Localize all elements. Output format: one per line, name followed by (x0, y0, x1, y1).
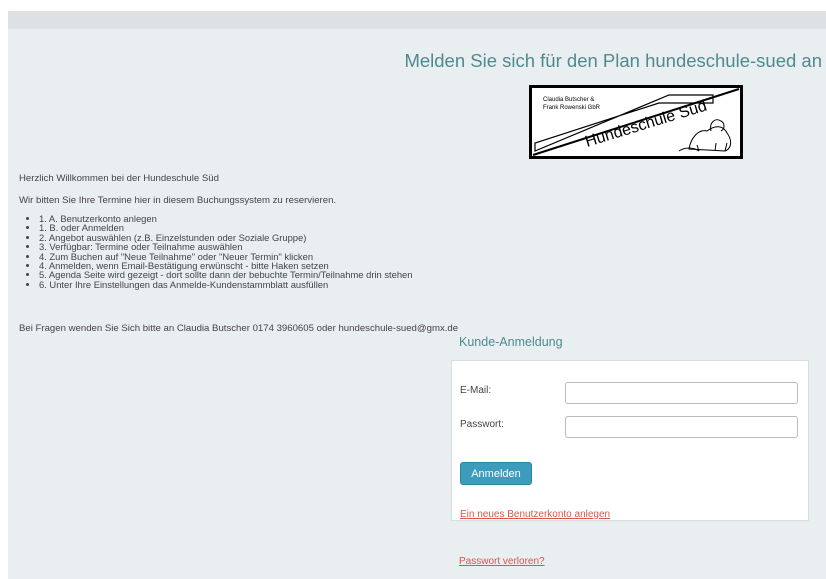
welcome-text: Herzlich Willkommen bei der Hundeschule … (19, 173, 219, 184)
email-label: E-Mail: (460, 385, 492, 396)
password-field[interactable] (565, 416, 798, 438)
register-link[interactable]: Ein neues Benutzerkonto anlegen (460, 509, 610, 520)
contact-text: Bei Fragen wenden Sie Sich bitte an Clau… (19, 323, 459, 334)
page-title: Melden Sie sich für den Plan hundeschule… (404, 50, 822, 71)
list-item: 6. Unter Ihre Einstellungen das Anmelde-… (39, 279, 413, 289)
email-field[interactable] (565, 382, 798, 404)
login-panel: E-Mail: Passwort: Anmelden Ein neues Ben… (451, 360, 809, 521)
top-bar (8, 11, 826, 29)
hundeschule-logo: Claudia Butscher & Frank Rowenski GbR Hu… (529, 85, 743, 159)
login-button[interactable]: Anmelden (460, 462, 532, 485)
logo-owner-line-2: Frank Rowenski GbR (543, 105, 601, 111)
lost-password-link[interactable]: Passwort verloren? (459, 556, 545, 567)
logo-owner-line-1: Claudia Butscher & (543, 97, 594, 103)
password-label: Passwort: (460, 419, 504, 430)
instruction-list: 1. A. Benutzerkonto anlegen 1. B. oder A… (19, 214, 413, 290)
login-title: Kunde-Anmeldung (459, 335, 563, 349)
booking-request-text: Wir bitten Sie Ihre Termine hier in dies… (19, 195, 337, 206)
